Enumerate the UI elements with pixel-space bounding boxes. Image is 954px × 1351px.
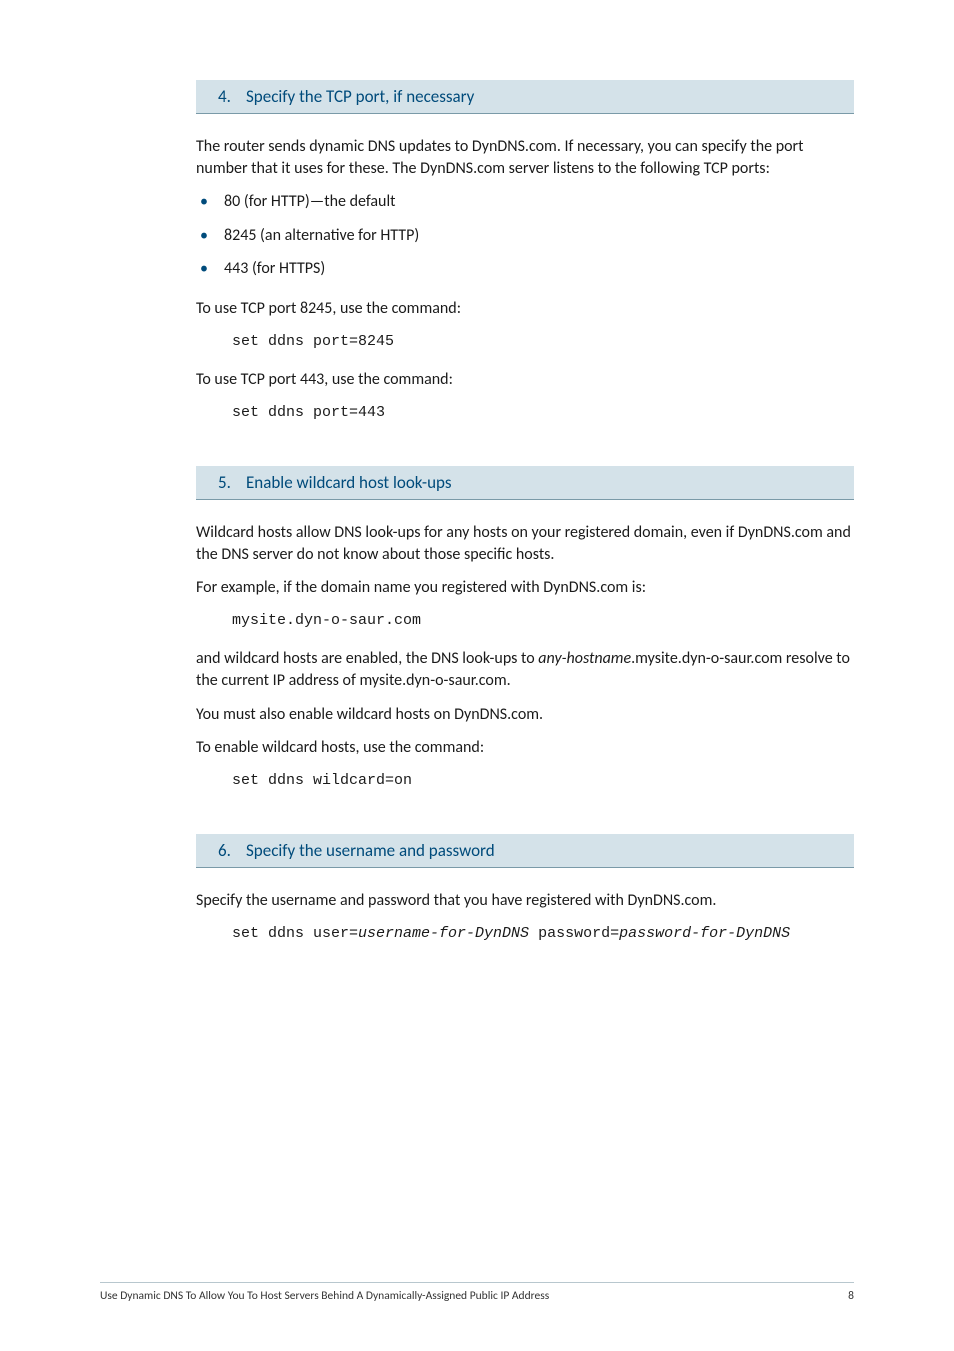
page-content: 4.Specify the TCP port, if necessary The… — [0, 0, 954, 943]
code-text: password= — [529, 925, 619, 942]
step-number: 5. — [218, 472, 246, 493]
list-item: 443 (for HTTPS) — [196, 258, 854, 280]
step4-port-list: 80 (for HTTP)—the default 8245 (an alter… — [196, 191, 854, 280]
footer-title: Use Dynamic DNS To Allow You To Host Ser… — [100, 1289, 549, 1303]
step4-para1: To use TCP port 8245, use the command: — [196, 298, 854, 320]
step5-para1: For example, if the domain name you regi… — [196, 577, 854, 599]
step-title: Specify the TCP port, if necessary — [246, 86, 474, 107]
step-heading-5: 5.Enable wildcard host look-ups — [196, 466, 854, 500]
step-heading-6: 6.Specify the username and password — [196, 834, 854, 868]
code-block: set ddns port=443 — [232, 403, 854, 423]
step-title: Specify the username and password — [246, 840, 495, 861]
step5-para2: and wildcard hosts are enabled, the DNS … — [196, 648, 854, 691]
code-placeholder-username: username-for-DynDNS — [358, 925, 529, 942]
code-block: set ddns port=8245 — [232, 332, 854, 352]
code-text: set ddns user= — [232, 925, 358, 942]
footer-page-number: 8 — [848, 1289, 854, 1303]
code-block: mysite.dyn-o-saur.com — [232, 611, 854, 631]
step5-para4: To enable wildcard hosts, use the comman… — [196, 737, 854, 759]
step-number: 4. — [218, 86, 246, 107]
code-block: set ddns wildcard=on — [232, 771, 854, 791]
italic-hostname: any-hostname — [538, 649, 631, 668]
list-item: 8245 (an alternative for HTTP) — [196, 225, 854, 247]
step5-para3: You must also enable wildcard hosts on D… — [196, 704, 854, 726]
step4-para2: To use TCP port 443, use the command: — [196, 369, 854, 391]
step-heading-4: 4.Specify the TCP port, if necessary — [196, 80, 854, 114]
step-title: Enable wildcard host look-ups — [246, 472, 452, 493]
code-placeholder-password: password-for-DynDNS — [619, 925, 790, 942]
step5-intro: Wildcard hosts allow DNS look-ups for an… — [196, 522, 854, 565]
page-footer: Use Dynamic DNS To Allow You To Host Ser… — [100, 1282, 854, 1303]
step-number: 6. — [218, 840, 246, 861]
text-run: and wildcard hosts are enabled, the DNS … — [196, 649, 538, 668]
list-item: 80 (for HTTP)—the default — [196, 191, 854, 213]
step4-intro: The router sends dynamic DNS updates to … — [196, 136, 854, 179]
code-block: set ddns user=username-for-DynDNS passwo… — [232, 924, 854, 944]
step6-intro: Specify the username and password that y… — [196, 890, 854, 912]
